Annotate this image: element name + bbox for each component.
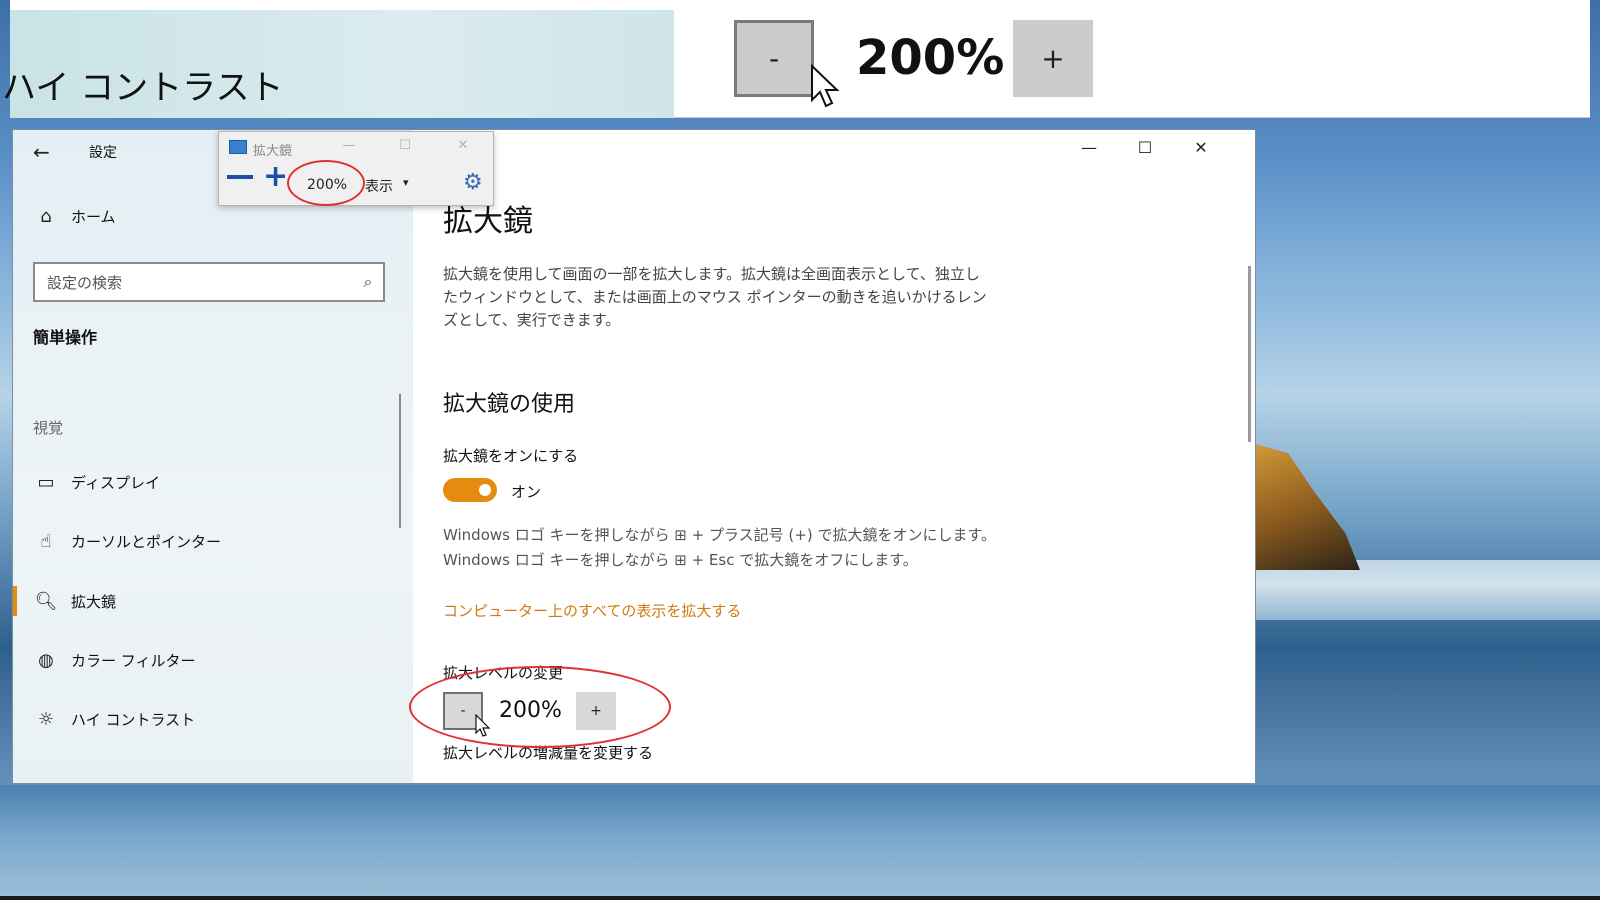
sidebar-item-label: カーソルとポインター [71, 532, 222, 551]
chevron-down-icon[interactable]: ▾ [403, 176, 409, 189]
magnifier-app-icon [229, 140, 247, 154]
sidebar-scrollbar[interactable] [399, 394, 401, 528]
maximize-button[interactable]: ☐ [1125, 138, 1165, 160]
hint-turn-on: Windows ロゴ キーを押しながら ⊞ + プラス記号 (+) で拡大鏡をオ… [443, 526, 996, 544]
magnified-zoom-in-button[interactable]: + [1013, 20, 1093, 97]
magnified-heading: ハイ コントラスト [2, 68, 284, 108]
settings-sidebar: ← 設定 ⌂ ホーム 設定の検索 ⌕ 簡単操作 視覚 ▭ ディスプレイ ☝ カー… [13, 130, 413, 783]
palette-icon: ◍ [38, 649, 54, 671]
sidebar-item-display[interactable]: ▭ ディスプレイ [13, 462, 413, 502]
wallpaper-shore [0, 785, 1600, 900]
sidebar-item-cursor[interactable]: ☝ カーソルとポインター [13, 521, 413, 561]
sidebar-item-high-contrast[interactable]: ☼ ハイ コントラスト [13, 699, 413, 739]
page-description: 拡大鏡を使用して画面の一部を拡大します。拡大鏡は全画面表示として、独立したウィン… [443, 265, 987, 329]
zoom-out-icon[interactable] [227, 175, 253, 179]
category-title: 簡単操作 [33, 328, 98, 347]
app-title: 設定 [89, 145, 117, 161]
settings-window: ← 設定 ⌂ ホーム 設定の検索 ⌕ 簡単操作 視覚 ▭ ディスプレイ ☝ カー… [12, 129, 1256, 784]
screen-bottom-edge [0, 896, 1600, 900]
toggle-label: 拡大鏡をオンにする [443, 447, 579, 465]
toggle-state: オン [511, 483, 542, 501]
sidebar-item-color-filter[interactable]: ◍ カラー フィルター [13, 640, 413, 680]
sidebar-item-label: ディスプレイ [71, 473, 160, 492]
mouse-pointer-icon [811, 64, 840, 108]
home-icon: ⌂ [40, 205, 52, 227]
magnified-zoom-value: 200% [856, 30, 1005, 86]
sidebar-item-label: ハイ コントラスト [71, 710, 196, 729]
zoom-in-icon[interactable]: + [263, 162, 288, 192]
sidebar-item-label: 拡大鏡 [71, 592, 117, 611]
close-button[interactable]: ✕ [1181, 138, 1221, 160]
zoom-level-highlight [409, 666, 671, 748]
enlarge-everything-link[interactable]: コンピューター上のすべての表示を拡大する [443, 600, 741, 621]
settings-search-input[interactable]: 設定の検索 ⌕ [33, 262, 385, 302]
view-menu-button[interactable]: 表示 [365, 176, 393, 196]
magnifier-toggle[interactable] [443, 478, 497, 502]
brightness-icon: ☼ [37, 708, 55, 730]
magnified-sidebar-area: ハイ コントラスト [2, 10, 674, 118]
magnifier-toolbar: 拡大鏡 — ☐ ✕ + 200% 表示 ▾ ⚙ [218, 131, 494, 206]
toggle-knob [479, 484, 491, 496]
toolbar-close-button[interactable]: ✕ [451, 138, 475, 156]
magnified-zoom-out-button[interactable]: - [734, 20, 814, 97]
magnifier-icon: 🔍︎ [34, 590, 58, 612]
content-scrollbar[interactable] [1248, 266, 1251, 442]
toolbar-zoom-highlight [287, 160, 365, 206]
sidebar-item-magnifier[interactable]: 🔍︎ 拡大鏡 [13, 581, 413, 621]
magnifier-docked-view: ハイ コントラスト - 200% + [2, 0, 1590, 118]
settings-content: — ☐ ✕ 拡大鏡 拡大鏡を使用して画面の一部を拡大します。拡大鏡は全画面表示と… [409, 130, 1255, 783]
group-label: 視覚 [33, 419, 64, 437]
display-icon: ▭ [37, 471, 55, 493]
hint-turn-off: Windows ロゴ キーを押しながら ⊞ + Esc で拡大鏡をオフにします。 [443, 551, 918, 569]
back-arrow-icon[interactable]: ← [33, 140, 57, 164]
toolbar-maximize-button[interactable]: ☐ [393, 138, 417, 156]
magnifier-toolbar-title: 拡大鏡 [253, 144, 293, 159]
wallpaper-rock [1240, 440, 1360, 570]
toolbar-minimize-button[interactable]: — [337, 138, 361, 156]
search-placeholder: 設定の検索 [47, 273, 123, 292]
cursor-icon: ☝ [40, 530, 52, 552]
section-heading: 拡大鏡の使用 [443, 392, 576, 417]
gear-icon[interactable]: ⚙ [463, 170, 483, 195]
sidebar-item-label: カラー フィルター [71, 651, 196, 670]
sidebar-item-label: ホーム [71, 207, 116, 226]
minimize-button[interactable]: — [1069, 138, 1109, 160]
search-icon[interactable]: ⌕ [353, 272, 383, 292]
